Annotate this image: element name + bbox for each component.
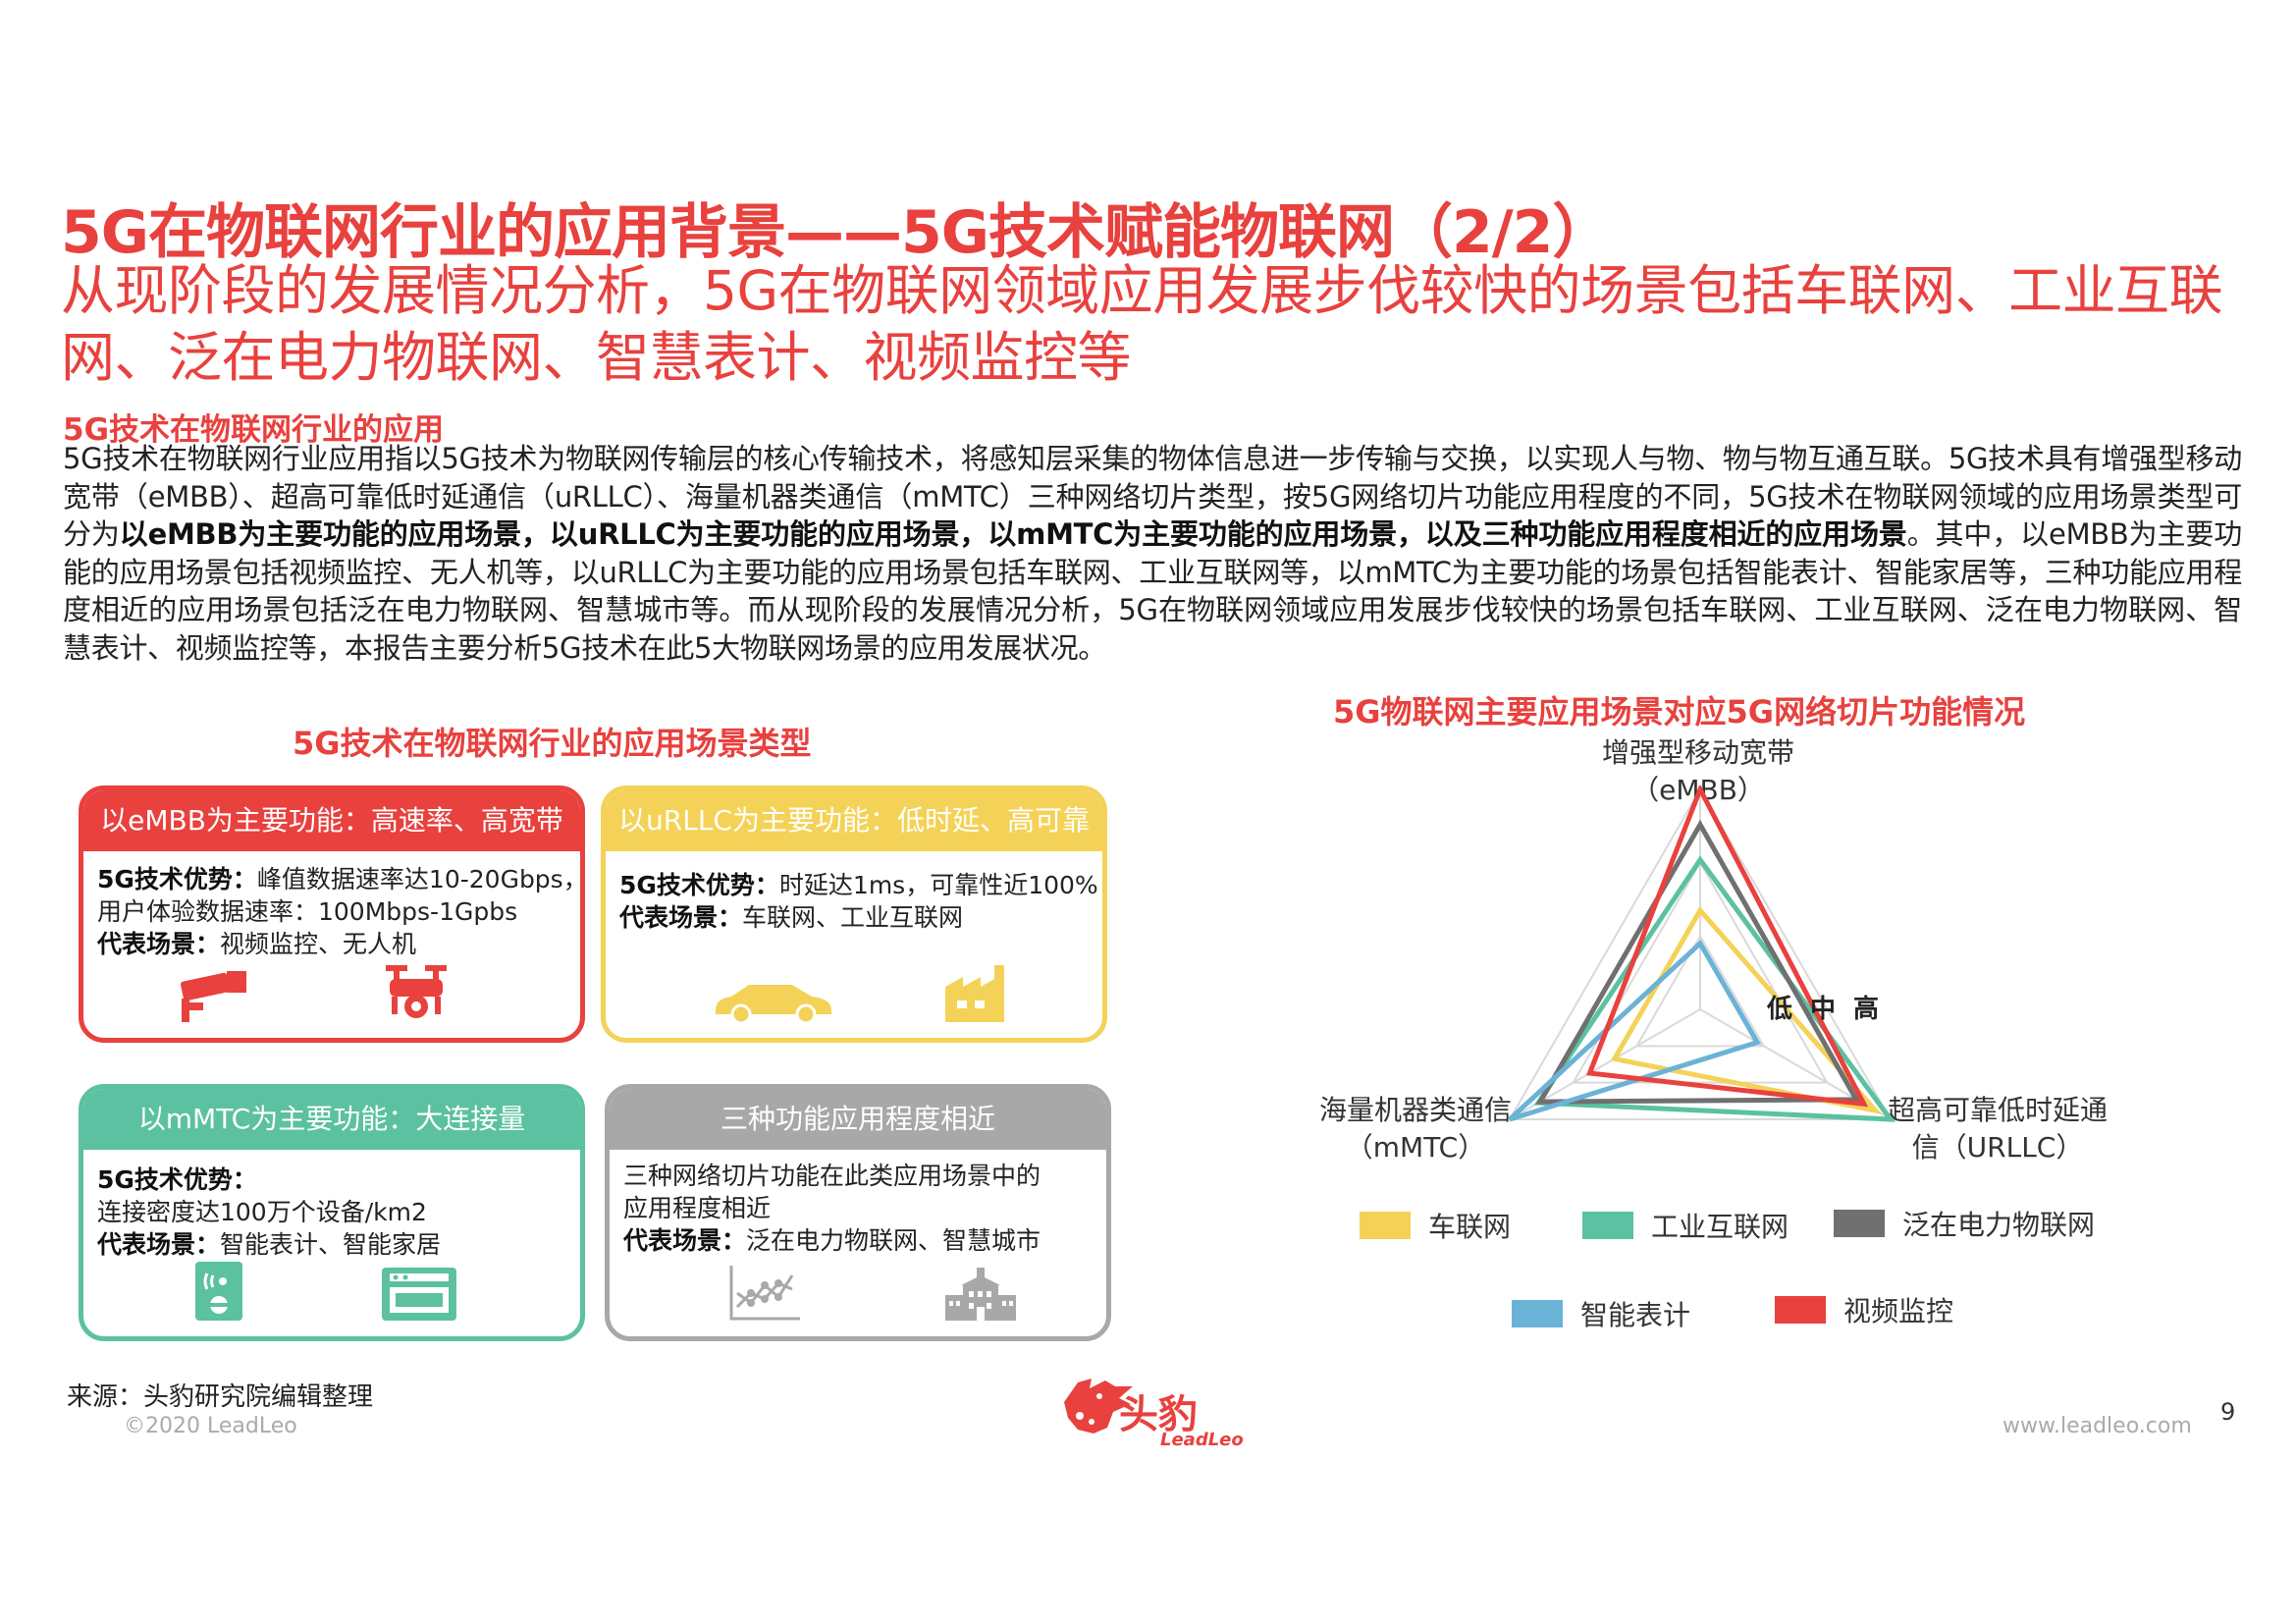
card-balanced-scene-label: 代表场景： [623,1226,747,1255]
card-embb-adv-text2: 用户体验数据速率：100Mbps-1Gpbs [97,897,518,926]
site-url: www.leadleo.com [2002,1414,2192,1438]
radar-scale-label: 中 [1810,995,1836,1024]
chart-title: 5G物联网主要应用场景对应5G网络切片功能情况 [1333,693,2026,731]
smart-meter-icon [195,1262,242,1321]
card-urllc-adv-label: 5G技术优势： [619,871,779,899]
card-balanced-text2: 应用程度相近 [623,1194,772,1222]
card-mmtc-head: 以mMTC为主要功能：大连接量 [83,1089,580,1150]
body-text-bold: 以eMBB为主要功能的应用场景，以uRLLC为主要功能的应用场景，以mMTC为主… [119,517,1907,551]
card-embb-head: 以eMBB为主要功能：高速率、高宽带 [83,790,580,851]
legend-label: 泛在电力物联网 [1902,1209,2096,1241]
logo-subtext: LeadLeo [1160,1430,1244,1450]
legend-label: 工业互联网 [1651,1211,1789,1243]
copyright: ©2020 LeadLeo [124,1414,297,1438]
card-embb-scene-label: 代表场景： [97,930,221,958]
legend-swatch [1834,1210,1885,1237]
card-balanced-text: 三种网络切片功能在此类应用场景中的 [623,1162,1041,1190]
card-urllc-head: 以uRLLC为主要功能：低时延、高可靠 [606,790,1102,851]
radar-scale-label: 低 [1766,995,1792,1024]
oven-icon [382,1268,456,1321]
radar-scale-label: 高 [1853,994,1879,1024]
city-building-icon [945,1268,1016,1321]
source-note: 来源：头豹研究院编辑整理 [67,1382,374,1412]
legend-label: 车联网 [1428,1211,1512,1243]
legend-item: 智能表计 [1512,1294,1690,1333]
legend-item: 车联网 [1360,1206,1511,1245]
card-urllc: 以uRLLC为主要功能：低时延、高可靠 5G技术优势：时延达1ms，可靠性近10… [601,785,1107,1043]
legend-item: 泛在电力物联网 [1834,1204,2095,1243]
legend-swatch [1512,1300,1563,1327]
drone-icon [386,965,447,1018]
card-mmtc-adv-label: 5G技术优势： [97,1165,257,1194]
card-embb-adv-text: 峰值数据速率达10-20Gbps， [256,865,585,893]
axis-label-embb-line1: 增强型移动宽带 [1601,736,1794,769]
card-urllc-scene-label: 代表场景： [619,903,743,932]
card-mmtc-body: 5G技术优势： 连接密度达100万个设备/km2 代表场景：智能表计、智能家居 [83,1150,580,1261]
line-chart-icon [729,1266,800,1321]
page-number: 9 [2220,1398,2236,1426]
legend-swatch [1360,1212,1411,1239]
card-urllc-scene-text: 车联网、工业互联网 [742,903,964,932]
card-balanced: 三种功能应用程度相近 三种网络切片功能在此类应用场景中的 应用程度相近 代表场景… [605,1084,1111,1341]
car-icon [716,985,831,1024]
radar-chart: 低中高 [1508,785,1896,1122]
card-embb-scene-text: 视频监控、无人机 [220,930,417,958]
legend-swatch [1775,1296,1826,1324]
card-balanced-body: 三种网络切片功能在此类应用场景中的 应用程度相近 代表场景：泛在电力物联网、智慧… [610,1150,1106,1257]
card-embb: 以eMBB为主要功能：高速率、高宽带 5G技术优势：峰值数据速率达10-20Gb… [79,785,585,1043]
legend-swatch [1582,1212,1633,1239]
legend-item: 视频监控 [1775,1290,1953,1329]
card-mmtc-scene-text: 智能表计、智能家居 [220,1230,442,1259]
scenario-types-title: 5G技术在物联网行业的应用场景类型 [293,725,812,762]
card-urllc-adv-text: 时延达1ms，可靠性近100% [778,871,1098,899]
card-embb-adv-label: 5G技术优势： [97,865,257,893]
legend-label: 智能表计 [1580,1299,1691,1331]
body-paragraph: 5G技术在物联网行业应用指以5G技术为物联网传输层的核心传输技术，将感知层采集的… [63,440,2242,667]
card-mmtc: 以mMTC为主要功能：大连接量 5G技术优势： 连接密度达100万个设备/km2… [79,1084,585,1341]
card-urllc-body: 5G技术优势：时延达1ms，可靠性近100% 代表场景：车联网、工业互联网 [606,851,1102,934]
legend-label: 视频监控 [1843,1295,1954,1327]
card-mmtc-scene-label: 代表场景： [97,1230,221,1259]
card-balanced-scene-text: 泛在电力物联网、智慧城市 [746,1226,1041,1255]
card-balanced-head: 三种功能应用程度相近 [610,1089,1106,1150]
legend-item: 工业互联网 [1582,1206,1789,1245]
card-mmtc-adv-text2: 连接密度达100万个设备/km2 [97,1198,427,1226]
cctv-camera-icon [181,971,246,1022]
factory-icon [945,965,1004,1022]
card-embb-body: 5G技术优势：峰值数据速率达10-20Gbps， 用户体验数据速率：100Mbp… [83,851,580,960]
page-subtitle: 从现阶段的发展情况分析，5G在物联网领域应用发展步伐较快的场景包括车联网、工业互… [61,259,2223,389]
